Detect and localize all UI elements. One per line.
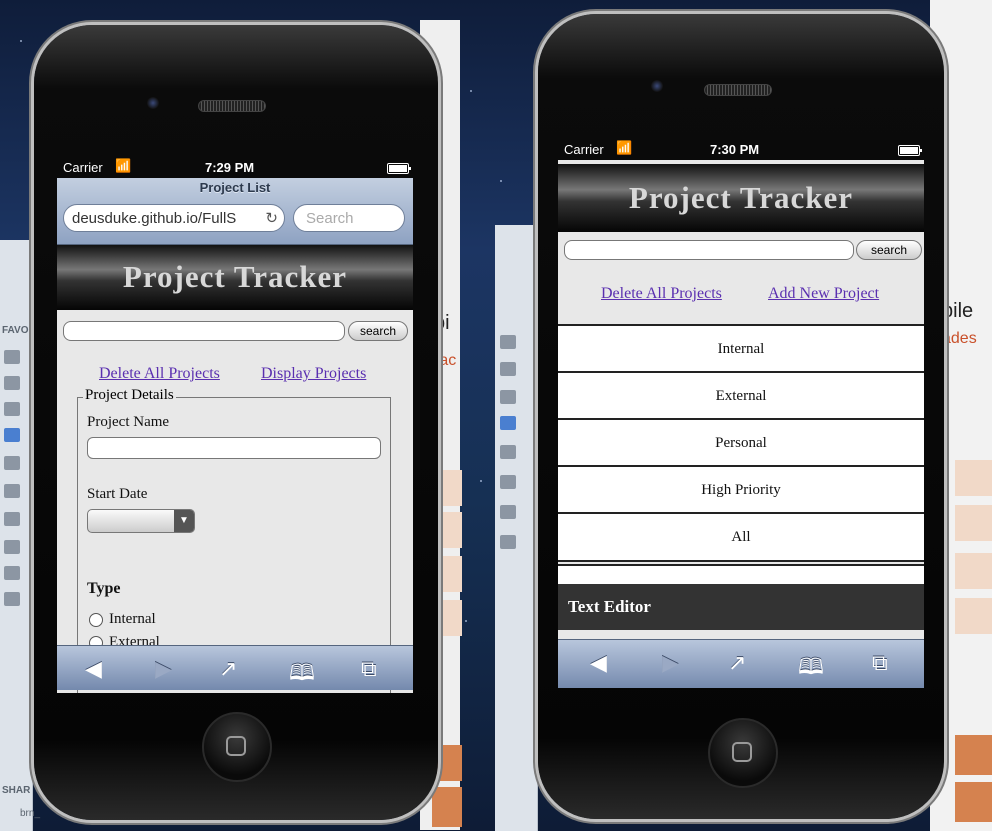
app-header: Project Tracker (57, 245, 413, 310)
sidebar-icon (4, 456, 20, 470)
front-camera (651, 80, 663, 92)
start-date-select[interactable]: ▼ (87, 509, 195, 533)
display-projects-link[interactable]: Display Projects (261, 365, 366, 383)
fieldset-legend: Project Details (83, 387, 176, 404)
project-name-label: Project Name (87, 414, 170, 430)
sidebar-icon (500, 475, 516, 489)
sidebar-icon (500, 335, 516, 349)
sidebar-icon (500, 390, 516, 404)
list-item[interactable]: Personal (558, 418, 924, 466)
chevron-down-icon: ▼ (174, 510, 194, 532)
list-item[interactable]: High Priority (558, 465, 924, 513)
background-row (955, 735, 992, 775)
carrier-label: Carrier (63, 160, 103, 175)
front-camera (147, 97, 159, 109)
background-row (955, 598, 992, 634)
list-item[interactable]: Internal (558, 324, 924, 372)
tabs-icon[interactable]: ⧉ (361, 656, 377, 682)
list-item[interactable]: External (558, 371, 924, 419)
background-row (955, 782, 992, 822)
search-button[interactable]: search (348, 321, 408, 341)
search-input[interactable] (564, 240, 854, 260)
sidebar-icon (500, 416, 516, 430)
app-title: Project Tracker (628, 180, 854, 215)
sidebar-icon (4, 376, 20, 390)
sidebar-icon (4, 402, 20, 416)
clock: 7:30 PM (710, 142, 760, 157)
app-header: Project Tracker (558, 164, 924, 232)
back-arrow-icon[interactable]: ◀ (590, 650, 607, 676)
background-row (955, 460, 992, 496)
battery-icon (898, 145, 922, 156)
sidebar-shared-label: SHAR (2, 785, 31, 796)
status-bar: Carrier 📶 7:29 PM (57, 158, 413, 178)
safari-address-bar: Project List deusduke.github.io/FullS ↻ … (57, 178, 413, 245)
add-new-project-link[interactable]: Add New Project (768, 285, 879, 303)
wifi-icon: 📶 (115, 158, 132, 173)
background-row (432, 787, 462, 827)
background-row (955, 505, 992, 541)
sidebar-icon (500, 535, 516, 549)
home-button[interactable] (202, 712, 272, 782)
background-text: ades (942, 330, 977, 347)
sidebar-icon (500, 445, 516, 459)
url-text: deusduke.github.io/FullS (72, 210, 237, 227)
browser-search-field[interactable]: Search (293, 204, 405, 232)
sidebar-icon (4, 566, 20, 580)
list-spacer (558, 564, 924, 584)
battery-icon (387, 163, 411, 174)
search-input[interactable] (63, 321, 345, 341)
tabs-icon[interactable]: ⧉ (872, 650, 888, 676)
background-sidebar-right (495, 225, 538, 831)
bookmarks-icon[interactable]: 🕮 (798, 650, 824, 688)
sidebar-device-label: brn_ (20, 808, 41, 819)
left-phone-screen: Carrier 📶 7:29 PM Project List deusduke.… (57, 158, 413, 693)
share-icon[interactable]: ↗ (728, 650, 746, 676)
earpiece-speaker (198, 100, 266, 112)
bookmarks-icon[interactable]: 🕮 (289, 656, 315, 693)
back-arrow-icon[interactable]: ◀ (85, 656, 102, 682)
list-item[interactable]: All (558, 512, 924, 562)
background-text: bile (942, 300, 974, 322)
search-button[interactable]: search (856, 240, 922, 260)
delete-all-projects-link[interactable]: Delete All Projects (601, 285, 722, 303)
background-row (955, 553, 992, 589)
reload-icon[interactable]: ↻ (265, 209, 278, 227)
share-icon[interactable]: ↗ (219, 656, 237, 682)
url-field[interactable]: deusduke.github.io/FullS ↻ (63, 204, 285, 232)
delete-all-projects-link[interactable]: Delete All Projects (99, 365, 220, 383)
forward-arrow-icon[interactable]: ▶ (662, 650, 679, 676)
start-date-label: Start Date (87, 486, 148, 502)
forward-arrow-icon[interactable]: ▶ (155, 656, 172, 682)
carrier-label: Carrier (564, 142, 604, 157)
radio-internal[interactable] (89, 613, 103, 627)
clock: 7:29 PM (205, 160, 255, 175)
project-name-input[interactable] (87, 437, 381, 459)
sidebar-icon (4, 484, 20, 498)
page-title: Project List (199, 180, 271, 195)
safari-toolbar: ◀ ▶ ↗ 🕮 ⧉ (558, 639, 924, 688)
status-bar: Carrier 📶 7:30 PM (558, 140, 924, 160)
text-editor-bar[interactable]: Text Editor (558, 584, 924, 630)
sidebar-icon (4, 428, 20, 442)
home-button[interactable] (708, 718, 778, 788)
sidebar-icon (4, 592, 20, 606)
radio-internal-label: Internal (109, 611, 156, 627)
wifi-icon: 📶 (616, 140, 633, 155)
app-title: Project Tracker (122, 259, 348, 294)
sidebar-icon (4, 512, 20, 526)
safari-toolbar: ◀ ▶ ↗ 🕮 ⧉ (57, 645, 413, 690)
type-label: Type (87, 580, 121, 597)
right-phone-screen: Carrier 📶 7:30 PM Project Tracker search… (558, 140, 924, 688)
sidebar-icon (4, 350, 20, 364)
earpiece-speaker (704, 84, 772, 96)
sidebar-icon (4, 540, 20, 554)
sidebar-favorites-label: FAVO (2, 325, 29, 336)
sidebar-icon (500, 362, 516, 376)
sidebar-icon (500, 505, 516, 519)
